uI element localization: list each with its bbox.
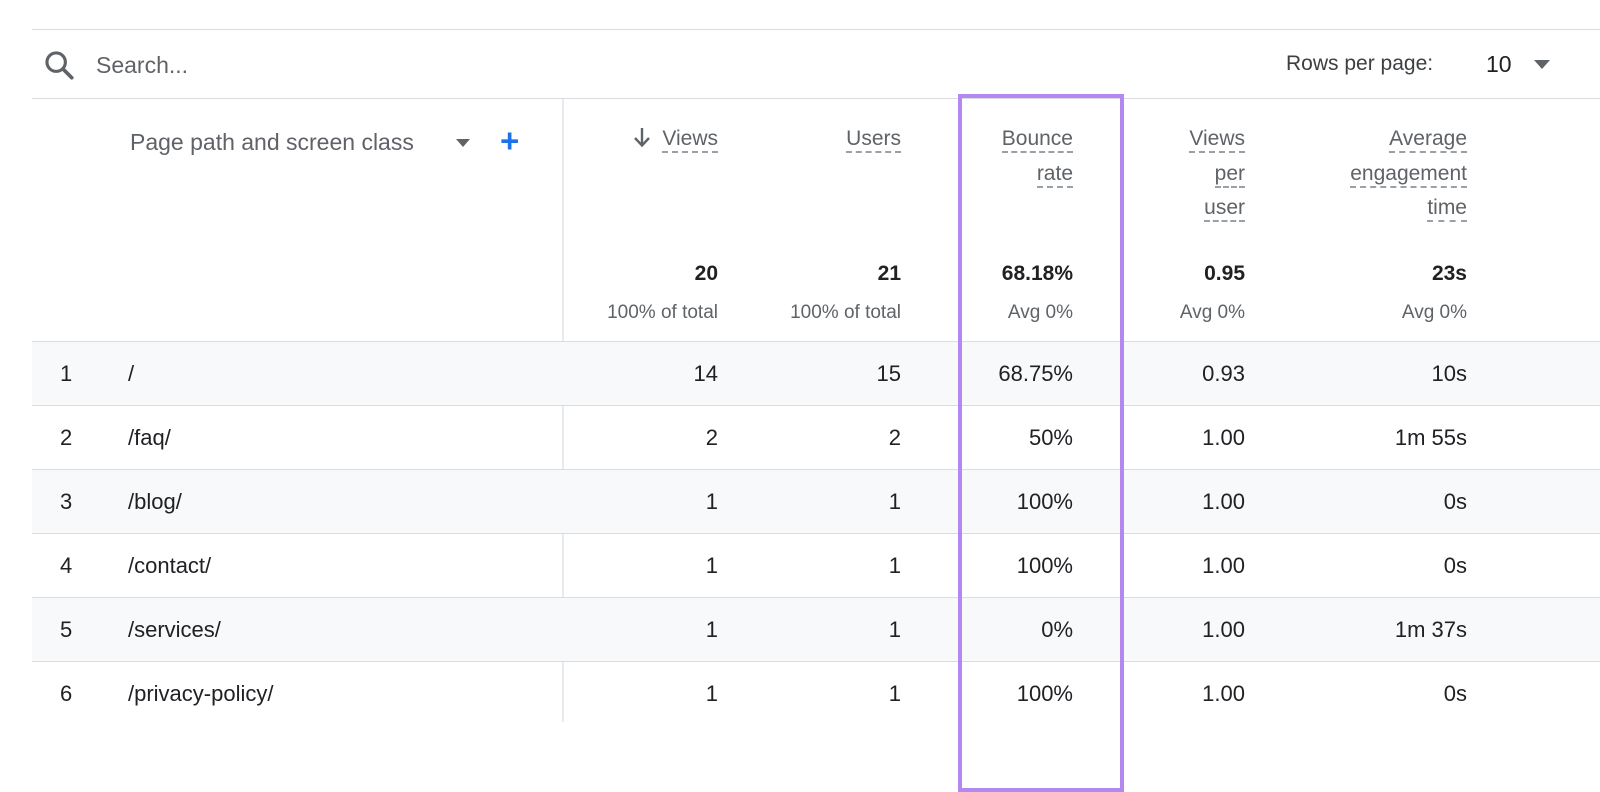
header-users-label: Users bbox=[846, 127, 901, 153]
total-bounce-rate: 68.18% bbox=[1001, 262, 1073, 285]
header-views-per-user[interactable]: Views per user bbox=[1189, 122, 1245, 226]
avg-engagement-time-cell: 0s bbox=[1443, 681, 1467, 706]
total-bounce-rate-sub: Avg 0% bbox=[1007, 302, 1073, 323]
views-per-user-cell: 1.00 bbox=[1202, 425, 1245, 450]
total-users-sub: 100% of total bbox=[790, 302, 901, 323]
users-cell: 1 bbox=[888, 553, 901, 578]
page-path-cell[interactable]: /privacy-policy/ bbox=[128, 681, 273, 707]
table-row[interactable]: 6 /privacy-policy/ 1 1 100% 1.00 0s bbox=[32, 661, 1600, 725]
users-cell: 1 bbox=[888, 617, 901, 642]
table-row[interactable]: 2 /faq/ 2 2 50% 1.00 1m 55s bbox=[32, 405, 1600, 469]
views-cell: 1 bbox=[705, 617, 718, 642]
dimension-label[interactable]: Page path and screen class bbox=[130, 129, 414, 156]
header-views-per-user-line-1: Views bbox=[1189, 127, 1245, 153]
total-views-per-user-sub: Avg 0% bbox=[1179, 302, 1245, 323]
table-toolbar: Rows per page: 10 bbox=[32, 30, 1600, 99]
page-path-cell[interactable]: /blog/ bbox=[128, 489, 182, 515]
bounce-rate-cell: 100% bbox=[1016, 681, 1073, 706]
users-cell: 15 bbox=[876, 361, 901, 386]
rows-per-page-value: 10 bbox=[1486, 51, 1512, 77]
total-avg-engagement-time-sub: Avg 0% bbox=[1401, 302, 1467, 323]
row-number: 6 bbox=[60, 681, 73, 706]
header-avg-engagement-line-3: time bbox=[1427, 196, 1467, 222]
users-cell: 1 bbox=[888, 489, 901, 514]
page-path-cell[interactable]: / bbox=[128, 361, 134, 387]
row-number: 4 bbox=[60, 553, 73, 578]
rows-per-page-label: Rows per page: bbox=[1286, 52, 1434, 75]
views-per-user-cell: 0.93 bbox=[1202, 361, 1245, 386]
header-views-per-user-line-2: per bbox=[1214, 162, 1245, 188]
bounce-rate-cell: 68.75% bbox=[998, 361, 1073, 386]
header-bounce-rate-line-2: rate bbox=[1036, 162, 1073, 188]
header-views[interactable]: Views bbox=[632, 122, 718, 157]
page-path-cell[interactable]: /faq/ bbox=[128, 425, 171, 451]
views-cell: 1 bbox=[705, 553, 718, 578]
table-row[interactable]: 5 /services/ 1 1 0% 1.00 1m 37s bbox=[32, 597, 1600, 661]
views-cell: 1 bbox=[705, 681, 718, 706]
total-users: 21 bbox=[877, 262, 901, 285]
users-cell: 2 bbox=[888, 425, 901, 450]
header-avg-engagement-line-1: Average bbox=[1389, 127, 1467, 153]
search-input[interactable] bbox=[94, 46, 698, 84]
table-row[interactable]: 3 /blog/ 1 1 100% 1.00 0s bbox=[32, 469, 1600, 533]
page-path-cell[interactable]: /services/ bbox=[128, 617, 221, 643]
row-number: 3 bbox=[60, 489, 73, 514]
header-views-label: Views bbox=[662, 127, 718, 153]
avg-engagement-time-cell: 0s bbox=[1443, 553, 1467, 578]
rows-per-page-select[interactable]: 10 bbox=[1482, 46, 1592, 86]
header-avg-engagement-line-2: engagement bbox=[1350, 162, 1467, 188]
users-cell: 1 bbox=[888, 681, 901, 706]
header-views-per-user-line-3: user bbox=[1204, 196, 1245, 222]
views-per-user-cell: 1.00 bbox=[1202, 553, 1245, 578]
bounce-rate-cell: 50% bbox=[1028, 425, 1073, 450]
table-row[interactable]: 4 /contact/ 1 1 100% 1.00 0s bbox=[32, 533, 1600, 597]
arrow-down-icon bbox=[634, 128, 651, 148]
row-number: 1 bbox=[60, 361, 73, 386]
views-cell: 2 bbox=[705, 425, 718, 450]
total-avg-engagement-time: 23s bbox=[1431, 262, 1467, 285]
header-bounce-rate-line-1: Bounce bbox=[1001, 127, 1073, 153]
total-views-sub: 100% of total bbox=[607, 302, 718, 323]
search-icon[interactable] bbox=[42, 48, 76, 82]
bounce-rate-cell: 0% bbox=[1041, 617, 1073, 642]
table-row[interactable]: 1 / 14 15 68.75% 0.93 10s bbox=[32, 341, 1600, 405]
total-views-per-user: 0.95 bbox=[1204, 262, 1245, 285]
caret-down-icon bbox=[1534, 60, 1550, 69]
row-number: 5 bbox=[60, 617, 73, 642]
bounce-rate-cell: 100% bbox=[1016, 553, 1073, 578]
avg-engagement-time-cell: 10s bbox=[1431, 361, 1467, 386]
views-cell: 1 bbox=[705, 489, 718, 514]
row-number: 2 bbox=[60, 425, 73, 450]
add-dimension-button[interactable]: + bbox=[500, 123, 519, 159]
total-views: 20 bbox=[694, 262, 718, 285]
avg-engagement-time-cell: 1m 37s bbox=[1394, 617, 1467, 642]
bounce-rate-cell: 100% bbox=[1016, 489, 1073, 514]
header-avg-engagement-time[interactable]: Average engagement time bbox=[1350, 122, 1467, 226]
views-per-user-cell: 1.00 bbox=[1202, 681, 1245, 706]
header-users[interactable]: Users bbox=[846, 122, 901, 157]
views-cell: 14 bbox=[693, 361, 718, 386]
views-per-user-cell: 1.00 bbox=[1202, 489, 1245, 514]
page-path-cell[interactable]: /contact/ bbox=[128, 553, 211, 579]
avg-engagement-time-cell: 0s bbox=[1443, 489, 1467, 514]
views-per-user-cell: 1.00 bbox=[1202, 617, 1245, 642]
avg-engagement-time-cell: 1m 55s bbox=[1394, 425, 1467, 450]
caret-down-icon[interactable] bbox=[456, 139, 470, 147]
header-bounce-rate[interactable]: Bounce rate bbox=[1001, 122, 1073, 191]
